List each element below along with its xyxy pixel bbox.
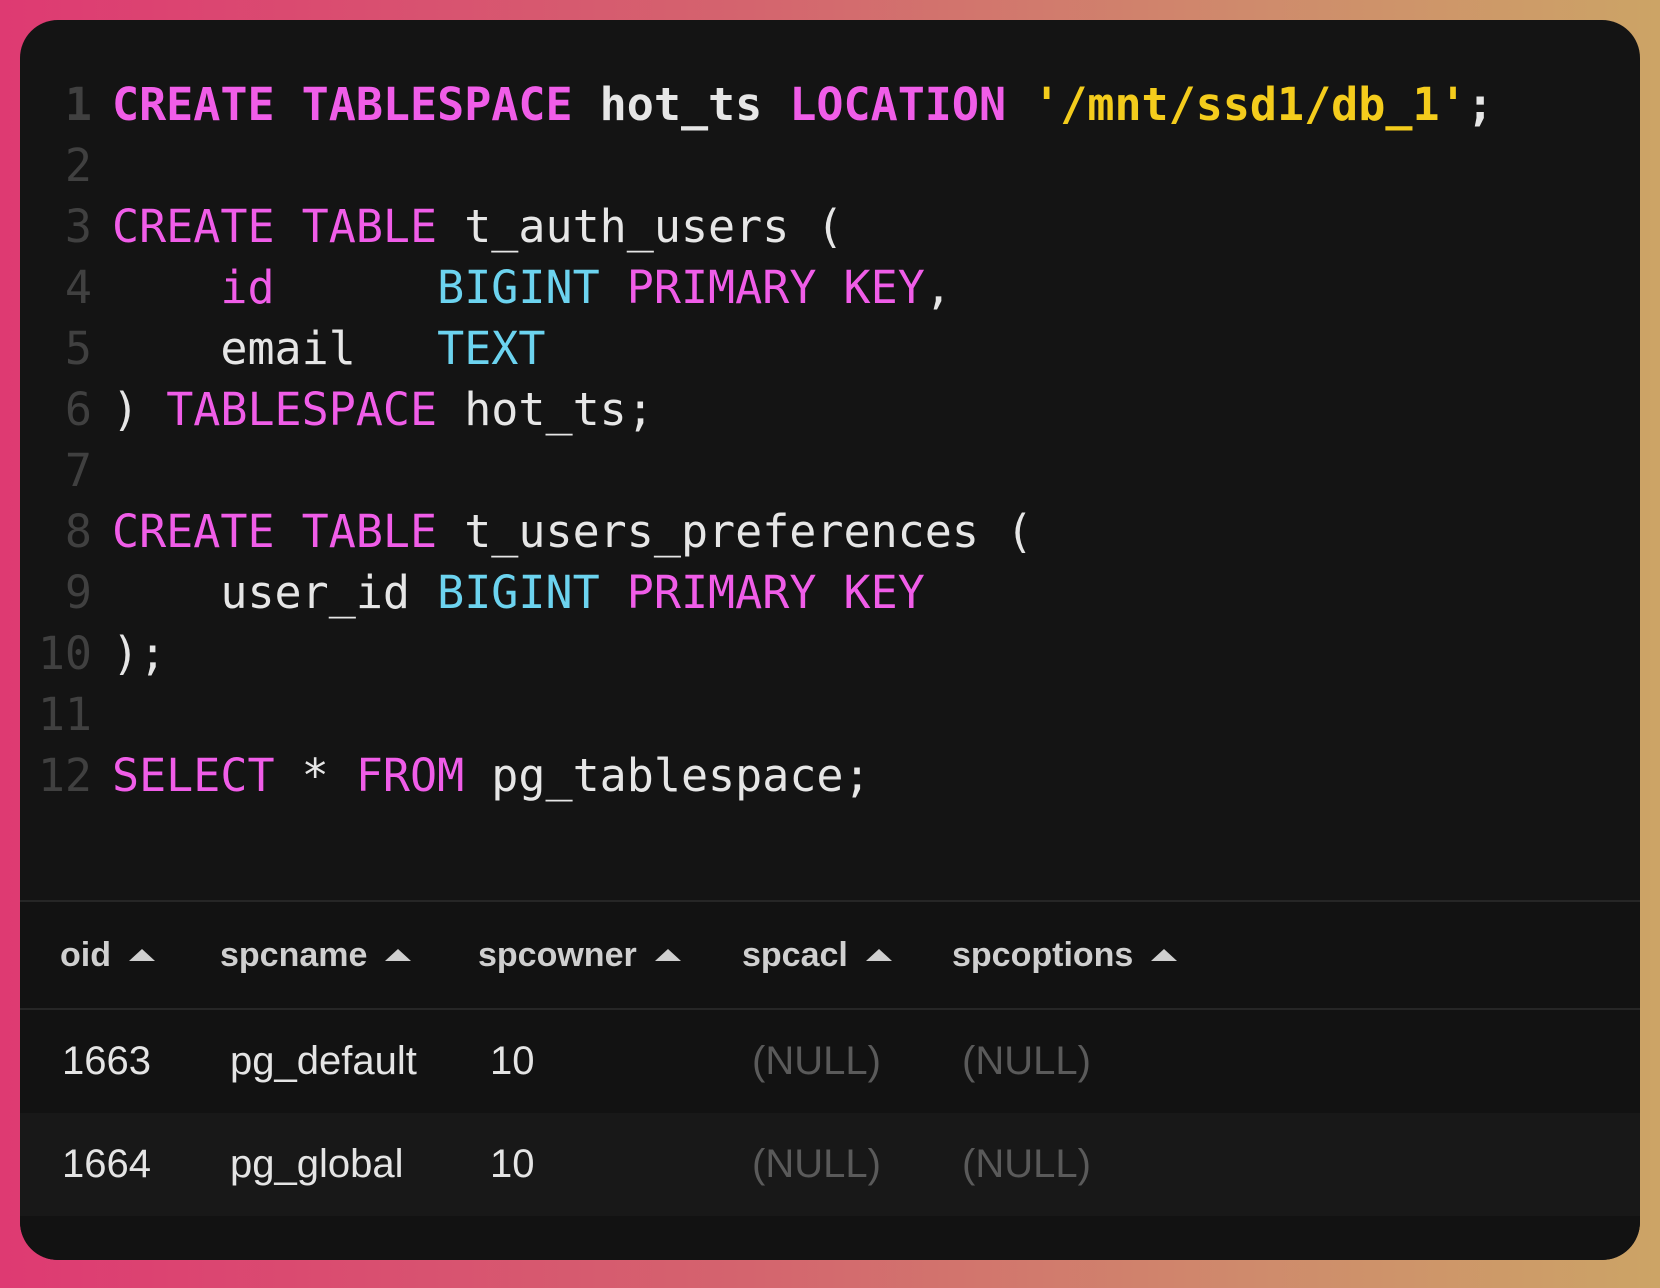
column-header-oid[interactable]: oid xyxy=(60,902,155,1008)
column-header-spcoptions[interactable]: spcoptions xyxy=(952,902,1178,1008)
cell-spcowner[interactable]: 10 xyxy=(490,1010,535,1113)
line-number: 3 xyxy=(64,200,92,253)
code-token: , xyxy=(924,261,952,314)
code-token: TABLESPACE xyxy=(166,383,438,436)
code-line[interactable]: 12 SELECT * FROM pg_tablespace; xyxy=(20,745,1640,806)
code-line[interactable]: 4 id BIGINT PRIMARY KEY, xyxy=(20,257,1640,318)
sort-ascending-icon[interactable] xyxy=(654,949,681,961)
code-token: PRIMARY KEY xyxy=(626,261,925,314)
code-line[interactable]: 10); xyxy=(20,623,1640,684)
cell-oid[interactable]: 1664 xyxy=(62,1113,151,1216)
code-line[interactable]: 6) TABLESPACE hot_ts; xyxy=(20,379,1640,440)
code-token: FROM xyxy=(355,749,465,802)
sql-editor-window: 1 CREATE TABLESPACE hot_ts LOCATION '/mnt… xyxy=(20,20,1640,1260)
line-number: 7 xyxy=(64,444,92,497)
code-token: user_id xyxy=(112,566,438,619)
line-number: 11 xyxy=(37,688,92,741)
table-row[interactable]: 1664 pg_global 10 (NULL) (NULL) xyxy=(20,1113,1640,1216)
code-token: * xyxy=(274,749,356,802)
sort-ascending-icon[interactable] xyxy=(128,949,155,961)
cell-spcacl[interactable]: (NULL) xyxy=(752,1113,881,1216)
code-token: hot_ts; xyxy=(437,383,654,436)
code-line[interactable]: 5 email TEXT xyxy=(20,318,1640,379)
column-label: spcname xyxy=(220,935,368,974)
code-line[interactable]: 7 xyxy=(20,440,1640,501)
code-token: BIGINT xyxy=(437,261,600,314)
code-token: hot_ts xyxy=(572,78,790,131)
code-line[interactable]: 9 user_id BIGINT PRIMARY KEY xyxy=(20,562,1640,623)
column-header-spcacl[interactable]: spcacl xyxy=(742,902,892,1008)
code-token: ; xyxy=(1466,78,1494,131)
cell-spcname[interactable]: pg_default xyxy=(230,1010,417,1113)
column-label: spcacl xyxy=(742,935,848,974)
code-editor[interactable]: 1 CREATE TABLESPACE hot_ts LOCATION '/mnt… xyxy=(20,74,1640,806)
code-line[interactable]: 8 CREATE TABLE t_users_preferences ( xyxy=(20,501,1640,562)
code-line[interactable]: 3 CREATE TABLE t_auth_users ( xyxy=(20,196,1640,257)
code-token: TEXT xyxy=(437,322,546,375)
code-token: CREATE TABLE xyxy=(112,505,438,558)
sort-ascending-icon[interactable] xyxy=(385,949,412,961)
line-number: 6 xyxy=(64,383,92,436)
sort-ascending-icon[interactable] xyxy=(865,949,892,961)
line-number: 5 xyxy=(64,322,92,375)
line-number: 9 xyxy=(64,566,92,619)
line-number: 12 xyxy=(37,749,92,802)
column-label: spcowner xyxy=(478,935,637,974)
line-number: 1 xyxy=(64,78,92,131)
code-token: ) xyxy=(112,383,167,436)
column-header-spcowner[interactable]: spcowner xyxy=(478,902,681,1008)
code-token: CREATE TABLE xyxy=(112,200,438,253)
code-token: t_auth_users ( xyxy=(437,200,844,253)
sort-ascending-icon[interactable] xyxy=(1151,949,1178,961)
code-token: email xyxy=(112,322,438,375)
code-token: PRIMARY KEY xyxy=(626,566,925,619)
column-header-spcname[interactable]: spcname xyxy=(220,902,412,1008)
code-token: CREATE TABLESPACE xyxy=(112,78,573,131)
cell-spcacl[interactable]: (NULL) xyxy=(752,1010,881,1113)
code-line[interactable]: 1 CREATE TABLESPACE hot_ts LOCATION '/mnt… xyxy=(20,74,1640,135)
table-row[interactable]: 1663 pg_default 10 (NULL) (NULL) xyxy=(20,1010,1640,1113)
code-token: LOCATION xyxy=(789,78,1007,131)
line-number: 10 xyxy=(37,627,92,680)
cell-spcname[interactable]: pg_global xyxy=(230,1113,404,1216)
code-line[interactable]: 2 xyxy=(20,135,1640,196)
code-token: '/mnt/ssd1/db_1' xyxy=(1033,78,1467,131)
code-token: id xyxy=(220,261,275,314)
cell-spcowner[interactable]: 10 xyxy=(490,1113,535,1216)
results-header: oid spcname spcowner spcacl spcoptions xyxy=(20,902,1640,1010)
column-label: oid xyxy=(60,935,111,974)
cell-oid[interactable]: 1663 xyxy=(62,1010,151,1113)
cell-spcoptions[interactable]: (NULL) xyxy=(962,1113,1091,1216)
code-token: ); xyxy=(112,627,167,680)
line-number: 4 xyxy=(64,261,92,314)
line-number: 8 xyxy=(64,505,92,558)
code-token: t_users_preferences ( xyxy=(437,505,1034,558)
cell-spcoptions[interactable]: (NULL) xyxy=(962,1010,1091,1113)
line-number: 2 xyxy=(64,139,92,192)
code-token: SELECT xyxy=(112,749,275,802)
code-token: pg_tablespace; xyxy=(464,749,871,802)
results-grid: oid spcname spcowner spcacl spcoptions 1… xyxy=(20,900,1640,1260)
code-line[interactable]: 11 xyxy=(20,684,1640,745)
code-token: BIGINT xyxy=(437,566,600,619)
column-label: spcoptions xyxy=(952,935,1134,974)
